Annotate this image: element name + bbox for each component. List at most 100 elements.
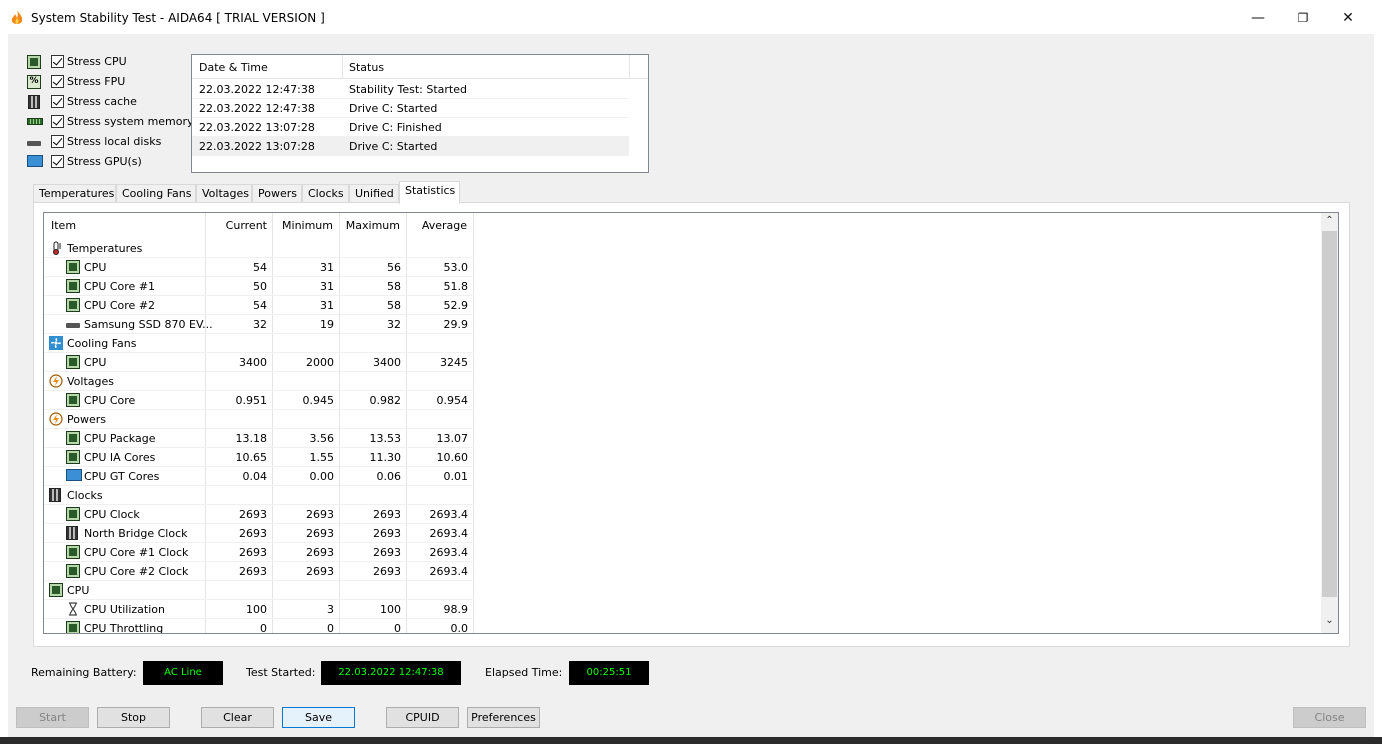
value-current: 54 bbox=[253, 299, 267, 312]
value-maximum: 58 bbox=[387, 299, 401, 312]
event-log[interactable]: Date & Time Status 22.03.2022 12:47:38 S… bbox=[191, 54, 649, 173]
table-row[interactable]: CPU Clock 2693 2693 2693 2693.4 bbox=[44, 505, 474, 524]
group-label: Cooling Fans bbox=[67, 337, 137, 350]
table-group-row[interactable]: Cooling Fans bbox=[44, 334, 474, 353]
column-current[interactable]: Current bbox=[225, 219, 267, 232]
value-minimum: 1.55 bbox=[309, 451, 335, 464]
scroll-thumb[interactable] bbox=[1322, 231, 1337, 597]
table-row[interactable]: CPU IA Cores 10.65 1.55 11.30 10.60 bbox=[44, 448, 474, 467]
table-group-row[interactable]: CPU bbox=[44, 581, 474, 600]
fpu-icon: % bbox=[27, 75, 41, 89]
cpu-chip-icon bbox=[66, 393, 80, 407]
option-stress-gpu[interactable]: Stress GPU(s) bbox=[27, 153, 192, 171]
cpu-chip-icon bbox=[66, 279, 80, 293]
cpuid-button[interactable]: CPUID bbox=[386, 707, 459, 728]
close-button[interactable]: Close bbox=[1293, 707, 1366, 728]
value-maximum: 0.06 bbox=[376, 470, 402, 483]
table-group-row[interactable]: Powers bbox=[44, 410, 474, 429]
column-status[interactable]: Status bbox=[349, 61, 384, 74]
cpu-chip-icon bbox=[49, 583, 63, 597]
checkbox[interactable] bbox=[51, 115, 64, 128]
scroll-up-icon[interactable]: ⌃ bbox=[1324, 215, 1335, 229]
start-button[interactable]: Start bbox=[16, 707, 89, 728]
voltage-icon bbox=[49, 374, 63, 388]
clear-button[interactable]: Clear bbox=[201, 707, 274, 728]
option-stress-cpu[interactable]: Stress CPU bbox=[27, 53, 192, 71]
table-row[interactable]: CPU 54 31 56 53.0 bbox=[44, 258, 474, 277]
log-row[interactable]: 22.03.2022 12:47:38 Stability Test: Star… bbox=[192, 80, 629, 99]
checkbox[interactable] bbox=[51, 135, 64, 148]
checkbox[interactable] bbox=[51, 75, 64, 88]
value-current: 100 bbox=[246, 603, 267, 616]
stop-button[interactable]: Stop bbox=[97, 707, 170, 728]
table-row[interactable]: CPU GT Cores 0.04 0.00 0.06 0.01 bbox=[44, 467, 474, 486]
table-row[interactable]: CPU Core 0.951 0.945 0.982 0.954 bbox=[44, 391, 474, 410]
tab-clocks[interactable]: Clocks bbox=[302, 184, 349, 203]
group-label: Powers bbox=[67, 413, 106, 426]
value-maximum: 58 bbox=[387, 280, 401, 293]
value-minimum: 19 bbox=[320, 318, 334, 331]
window-title: System Stability Test - AIDA64 [ TRIAL V… bbox=[31, 11, 325, 25]
value-average: 53.0 bbox=[443, 261, 469, 274]
value-current: 0 bbox=[260, 622, 267, 634]
table-group-row[interactable]: Clocks bbox=[44, 486, 474, 505]
close-window-button[interactable]: ✕ bbox=[1333, 8, 1363, 28]
value-average: 98.9 bbox=[443, 603, 469, 616]
column-minimum[interactable]: Minimum bbox=[280, 219, 333, 232]
table-row[interactable]: Samsung SSD 870 EV... 32 19 32 29.9 bbox=[44, 315, 474, 334]
table-row[interactable]: CPU Core #2 Clock 2693 2693 2693 2693.4 bbox=[44, 562, 474, 581]
option-stress-memory[interactable]: Stress system memory bbox=[27, 113, 194, 131]
column-divider bbox=[629, 55, 630, 79]
table-row[interactable]: CPU Throttling 0 0 0 0.0 bbox=[44, 619, 474, 634]
preferences-button[interactable]: Preferences bbox=[467, 707, 540, 728]
table-row[interactable]: CPU Package 13.18 3.56 13.53 13.07 bbox=[44, 429, 474, 448]
cpu-chip-icon bbox=[66, 621, 80, 633]
gpu-icon bbox=[27, 155, 43, 167]
tab-temperatures[interactable]: Temperatures bbox=[33, 184, 116, 203]
log-status: Stability Test: Started bbox=[349, 83, 467, 96]
tab-statistics[interactable]: Statistics bbox=[399, 181, 460, 204]
checkbox[interactable] bbox=[51, 95, 64, 108]
value-minimum: 31 bbox=[320, 299, 334, 312]
save-button[interactable]: Save bbox=[282, 707, 355, 728]
minimize-button[interactable]: — bbox=[1243, 8, 1273, 28]
column-maximum[interactable]: Maximum bbox=[344, 219, 400, 232]
table-row[interactable]: CPU Core #1 50 31 58 51.8 bbox=[44, 277, 474, 296]
column-divider bbox=[342, 55, 343, 79]
group-label: Temperatures bbox=[67, 242, 143, 255]
log-row[interactable]: 22.03.2022 13:07:28 Drive C: Finished bbox=[192, 118, 629, 137]
option-stress-cache[interactable]: Stress cache bbox=[27, 93, 192, 111]
column-average[interactable]: Average bbox=[414, 219, 467, 232]
item-name: CPU GT Cores bbox=[84, 470, 160, 483]
table-row[interactable]: CPU 3400 2000 3400 3245 bbox=[44, 353, 474, 372]
scroll-down-icon[interactable]: ⌄ bbox=[1324, 615, 1335, 629]
statistics-table[interactable]: Item Current Minimum Maximum Average Tem… bbox=[43, 212, 1339, 634]
vertical-scrollbar[interactable]: ⌃ ⌄ bbox=[1321, 213, 1338, 633]
restore-button[interactable]: ❐ bbox=[1288, 8, 1318, 28]
checkbox[interactable] bbox=[51, 155, 64, 168]
checkbox[interactable] bbox=[51, 55, 64, 68]
value-average: 0.0 bbox=[450, 622, 469, 634]
tab-unified[interactable]: Unified bbox=[349, 184, 399, 203]
cpu-chip-icon bbox=[66, 298, 80, 312]
option-stress-disks[interactable]: Stress local disks bbox=[27, 133, 192, 151]
column-datetime[interactable]: Date & Time bbox=[199, 61, 268, 74]
value-maximum: 100 bbox=[380, 603, 401, 616]
table-row[interactable]: CPU Core #2 54 31 58 52.9 bbox=[44, 296, 474, 315]
table-group-row[interactable]: Voltages bbox=[44, 372, 474, 391]
tab-cooling-fans[interactable]: Cooling Fans bbox=[116, 184, 196, 203]
log-row[interactable]: 22.03.2022 12:47:38 Drive C: Started bbox=[192, 99, 629, 118]
table-row[interactable]: North Bridge Clock 2693 2693 2693 2693.4 bbox=[44, 524, 474, 543]
option-label: Stress local disks bbox=[67, 135, 162, 148]
column-item[interactable]: Item bbox=[51, 219, 76, 232]
log-row[interactable]: 22.03.2022 13:07:28 Drive C: Started bbox=[192, 137, 629, 156]
value-current: 32 bbox=[253, 318, 267, 331]
value-minimum: 3.56 bbox=[309, 432, 335, 445]
table-row[interactable]: CPU Core #1 Clock 2693 2693 2693 2693.4 bbox=[44, 543, 474, 562]
value-minimum: 31 bbox=[320, 280, 334, 293]
table-row[interactable]: CPU Utilization 100 3 100 98.9 bbox=[44, 600, 474, 619]
tab-voltages[interactable]: Voltages bbox=[196, 184, 252, 203]
tab-powers[interactable]: Powers bbox=[252, 184, 302, 203]
option-stress-fpu[interactable]: % Stress FPU bbox=[27, 73, 192, 91]
table-group-row[interactable]: Temperatures bbox=[44, 239, 474, 258]
